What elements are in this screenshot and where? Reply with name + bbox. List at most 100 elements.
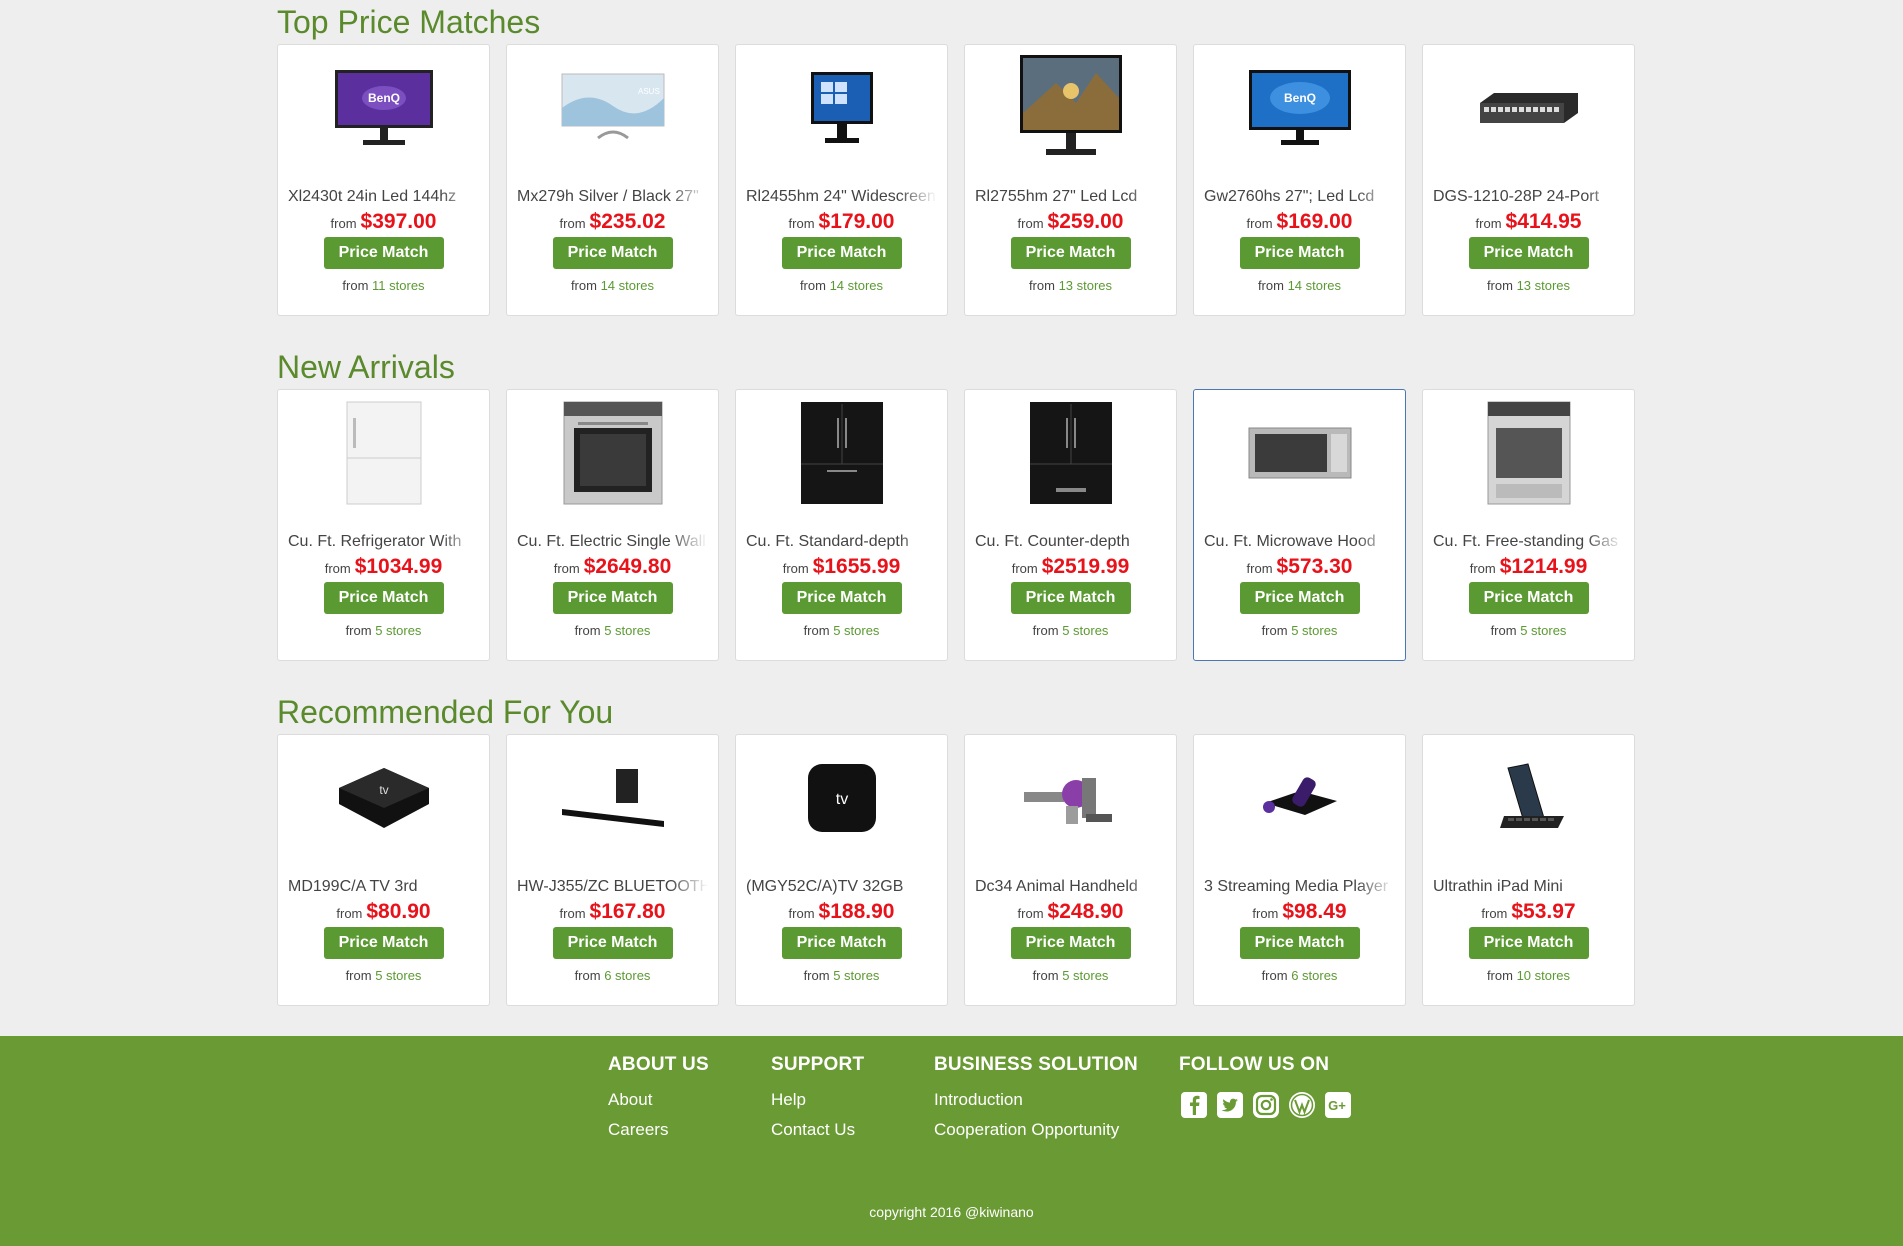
- facebook-icon[interactable]: [1179, 1090, 1209, 1120]
- product-name[interactable]: DGS-1210-28P 24-Port: [1433, 187, 1624, 207]
- footer-link-cooperation[interactable]: Cooperation Opportunity: [934, 1120, 1138, 1140]
- product-image[interactable]: [1240, 398, 1360, 508]
- product-card[interactable]: HW-J355/ZC BLUETOOTH from $167.80 Price M…: [506, 734, 719, 1006]
- stores-count-link[interactable]: 6 stores: [1291, 968, 1337, 983]
- product-name[interactable]: Cu. Ft. Electric Single Wall: [517, 532, 708, 552]
- product-name[interactable]: Cu. Ft. Counter-depth: [975, 532, 1166, 552]
- price-match-button[interactable]: Price Match: [552, 237, 673, 269]
- google-plus-icon[interactable]: G+: [1323, 1090, 1353, 1120]
- footer-link-careers[interactable]: Careers: [608, 1120, 709, 1140]
- product-card[interactable]: Cu. Ft. Electric Single Wall from $2649.8…: [506, 389, 719, 661]
- product-image[interactable]: tv: [782, 743, 902, 853]
- product-card[interactable]: Cu. Ft. Microwave Hood from $573.30 Price…: [1193, 389, 1406, 661]
- price-match-button[interactable]: Price Match: [1010, 927, 1131, 959]
- stores-count-link[interactable]: 11 stores: [372, 278, 425, 293]
- price-match-button[interactable]: Price Match: [323, 237, 444, 269]
- product-name[interactable]: Gw2760hs 27"; Led Lcd: [1204, 187, 1395, 207]
- wordpress-icon[interactable]: [1287, 1090, 1317, 1120]
- product-name[interactable]: HW-J355/ZC BLUETOOTH: [517, 877, 708, 897]
- price-match-button[interactable]: Price Match: [323, 582, 444, 614]
- product-name[interactable]: Rl2755hm 27" Led Lcd: [975, 187, 1166, 207]
- product-name[interactable]: Cu. Ft. Free-standing Gas: [1433, 532, 1624, 552]
- product-name[interactable]: MD199C/A TV 3rd: [288, 877, 479, 897]
- product-card[interactable]: BenQ Gw2760hs 27"; Led Lcd from $169.00 P…: [1193, 44, 1406, 316]
- price-match-button[interactable]: Price Match: [1010, 582, 1131, 614]
- product-card[interactable]: DGS-1210-28P 24-Port from $414.95 Price M…: [1422, 44, 1635, 316]
- product-image[interactable]: [553, 743, 673, 853]
- product-card[interactable]: Cu. Ft. Free-standing Gas from $1214.99 P…: [1422, 389, 1635, 661]
- stores-count-link[interactable]: 14 stores: [1288, 278, 1341, 293]
- stores-count-link[interactable]: 13 stores: [1059, 278, 1112, 293]
- footer-link-about[interactable]: About: [608, 1090, 709, 1110]
- stores-count-link[interactable]: 13 stores: [1517, 278, 1570, 293]
- product-image[interactable]: [1011, 743, 1131, 853]
- product-image[interactable]: [1011, 398, 1131, 508]
- instagram-icon[interactable]: [1251, 1090, 1281, 1120]
- product-image[interactable]: [324, 398, 444, 508]
- product-image[interactable]: [1469, 53, 1589, 163]
- stores-count-link[interactable]: 5 stores: [1520, 623, 1566, 638]
- price-match-button[interactable]: Price Match: [1468, 927, 1589, 959]
- product-image[interactable]: [1469, 743, 1589, 853]
- product-card[interactable]: tv (MGY52C/A)TV 32GB from $188.90 Price M…: [735, 734, 948, 1006]
- product-name[interactable]: Rl2455hm 24" Widescreen: [746, 187, 937, 207]
- product-card[interactable]: ASUS Mx279h Silver / Black 27" from $235.…: [506, 44, 719, 316]
- price-match-button[interactable]: Price Match: [323, 927, 444, 959]
- stores-count-link[interactable]: 14 stores: [830, 278, 883, 293]
- product-name[interactable]: Cu. Ft. Standard-depth: [746, 532, 937, 552]
- stores-count-link[interactable]: 5 stores: [604, 623, 650, 638]
- price-match-button[interactable]: Price Match: [1468, 582, 1589, 614]
- footer-link-introduction[interactable]: Introduction: [934, 1090, 1138, 1110]
- product-name[interactable]: Ultrathin iPad Mini: [1433, 877, 1624, 897]
- product-image[interactable]: [782, 53, 902, 163]
- footer-link-contact-us[interactable]: Contact Us: [771, 1120, 864, 1140]
- price-match-button[interactable]: Price Match: [781, 237, 902, 269]
- stores-count-link[interactable]: 6 stores: [604, 968, 650, 983]
- product-card[interactable]: tv MD199C/A TV 3rd from $80.90 Price Matc…: [277, 734, 490, 1006]
- footer-link-help[interactable]: Help: [771, 1090, 864, 1110]
- price-match-button[interactable]: Price Match: [1239, 582, 1360, 614]
- product-card[interactable]: Dc34 Animal Handheld from $248.90 Price M…: [964, 734, 1177, 1006]
- stores-count-link[interactable]: 5 stores: [833, 623, 879, 638]
- product-card[interactable]: Cu. Ft. Standard-depth from $1655.99 Pric…: [735, 389, 948, 661]
- product-card[interactable]: Rl2755hm 27" Led Lcd from $259.00 Price M…: [964, 44, 1177, 316]
- stores-count-link[interactable]: 5 stores: [375, 968, 421, 983]
- stores-count-link[interactable]: 5 stores: [833, 968, 879, 983]
- product-image[interactable]: tv: [324, 743, 444, 853]
- product-name[interactable]: Cu. Ft. Microwave Hood: [1204, 532, 1395, 552]
- product-card[interactable]: Ultrathin iPad Mini from $53.97 Price Mat…: [1422, 734, 1635, 1006]
- product-image[interactable]: BenQ: [1240, 53, 1360, 163]
- product-card[interactable]: 3 Streaming Media Player from $98.49 Pric…: [1193, 734, 1406, 1006]
- product-card[interactable]: Cu. Ft. Refrigerator With from $1034.99 P…: [277, 389, 490, 661]
- product-name[interactable]: (MGY52C/A)TV 32GB: [746, 877, 937, 897]
- product-image[interactable]: [1011, 53, 1131, 163]
- stores-count-link[interactable]: 10 stores: [1517, 968, 1570, 983]
- product-image[interactable]: [1469, 398, 1589, 508]
- product-card[interactable]: Rl2455hm 24" Widescreen from $179.00 Pric…: [735, 44, 948, 316]
- twitter-icon[interactable]: [1215, 1090, 1245, 1120]
- stores-count-link[interactable]: 5 stores: [1062, 623, 1108, 638]
- product-name[interactable]: Mx279h Silver / Black 27": [517, 187, 708, 207]
- product-image[interactable]: [1240, 743, 1360, 853]
- product-name[interactable]: 3 Streaming Media Player: [1204, 877, 1395, 897]
- price-match-button[interactable]: Price Match: [1239, 927, 1360, 959]
- price-match-button[interactable]: Price Match: [781, 927, 902, 959]
- product-card[interactable]: BenQ Xl2430t 24in Led 144hz from $397.00 …: [277, 44, 490, 316]
- stores-count-link[interactable]: 5 stores: [1291, 623, 1337, 638]
- stores-count-link[interactable]: 5 stores: [375, 623, 421, 638]
- price-match-button[interactable]: Price Match: [552, 927, 673, 959]
- product-name[interactable]: Xl2430t 24in Led 144hz: [288, 187, 479, 207]
- product-card[interactable]: Cu. Ft. Counter-depth from $2519.99 Price…: [964, 389, 1177, 661]
- product-image[interactable]: ASUS: [553, 53, 673, 163]
- product-image[interactable]: [782, 398, 902, 508]
- price-match-button[interactable]: Price Match: [552, 582, 673, 614]
- price-match-button[interactable]: Price Match: [1239, 237, 1360, 269]
- stores-count-link[interactable]: 5 stores: [1062, 968, 1108, 983]
- product-image[interactable]: BenQ: [324, 53, 444, 163]
- price-match-button[interactable]: Price Match: [1468, 237, 1589, 269]
- product-name[interactable]: Cu. Ft. Refrigerator With: [288, 532, 479, 552]
- price-match-button[interactable]: Price Match: [1010, 237, 1131, 269]
- stores-count-link[interactable]: 14 stores: [601, 278, 654, 293]
- product-image[interactable]: [553, 398, 673, 508]
- price-match-button[interactable]: Price Match: [781, 582, 902, 614]
